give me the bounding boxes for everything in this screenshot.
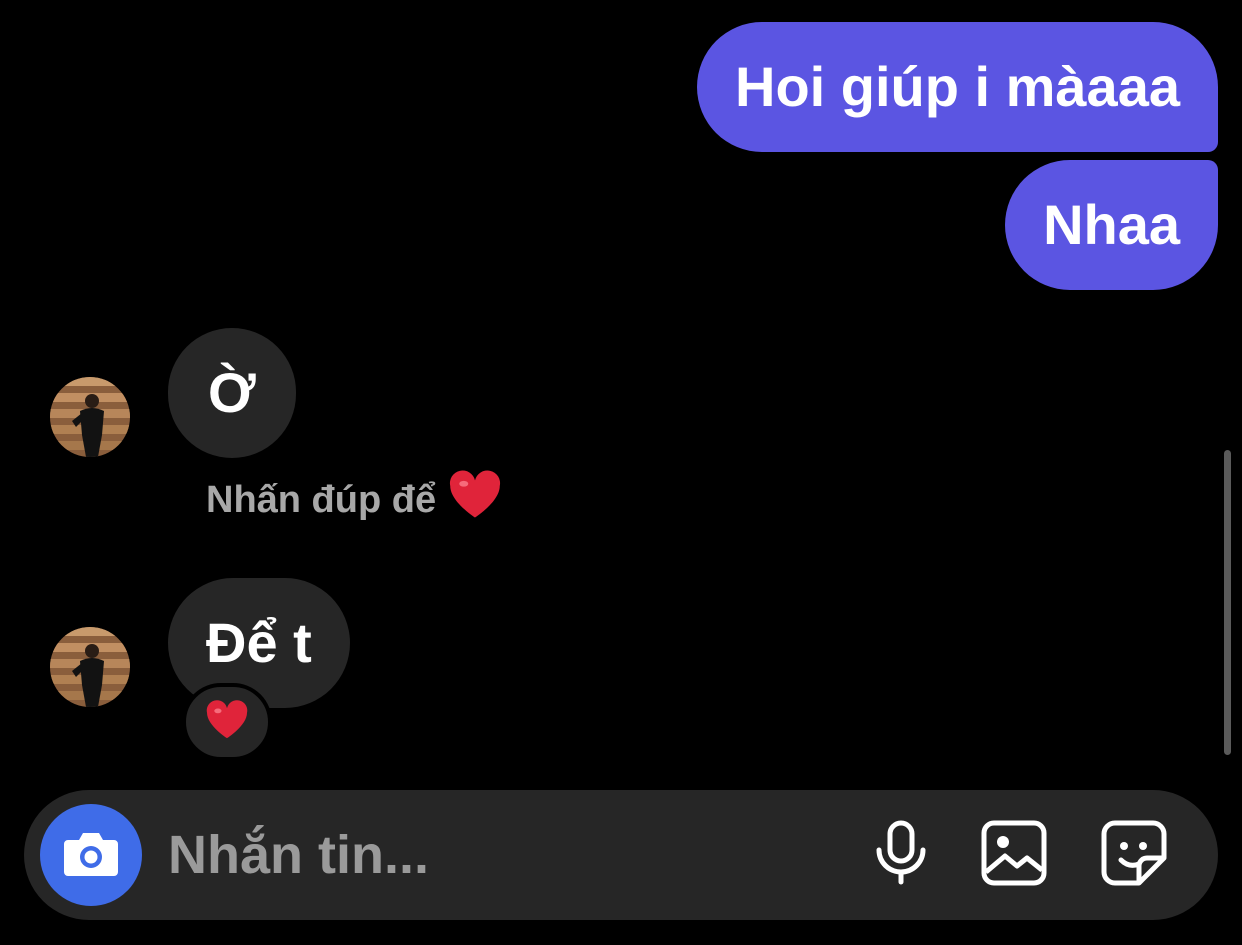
avatar[interactable] [50,377,130,457]
camera-button[interactable] [40,804,142,906]
message-text: Để t [206,611,312,674]
microphone-icon [873,820,929,891]
message-text: Hoi giúp i màaaa [735,55,1180,118]
sticker-icon [1101,820,1167,891]
sticker-button[interactable] [1099,820,1169,890]
message-composer [24,790,1218,920]
camera-icon [62,828,120,883]
hint-text: Nhấn đúp để [206,478,437,521]
heart-icon [205,699,249,745]
avatar[interactable] [50,627,130,707]
scrollbar[interactable] [1224,450,1231,755]
heart-icon [448,470,502,530]
message-text: Ờ [208,361,256,424]
gallery-button[interactable] [979,820,1049,890]
double-tap-hint: Nhấn đúp để [206,470,502,530]
chat-screen: Hoi giúp i màaaa Nhaa Ờ Nhấn đúp để Để t… [0,0,1242,945]
message-input[interactable] [168,824,828,886]
outgoing-message[interactable]: Hoi giúp i màaaa [697,22,1218,152]
outgoing-message[interactable]: Nhaa [1005,160,1218,290]
incoming-message[interactable]: Ờ [168,328,296,458]
gallery-icon [981,820,1047,891]
incoming-message[interactable]: Để t [168,578,350,708]
voice-message-button[interactable] [866,820,936,890]
message-text: Nhaa [1043,193,1180,256]
reaction-badge[interactable] [182,683,272,761]
